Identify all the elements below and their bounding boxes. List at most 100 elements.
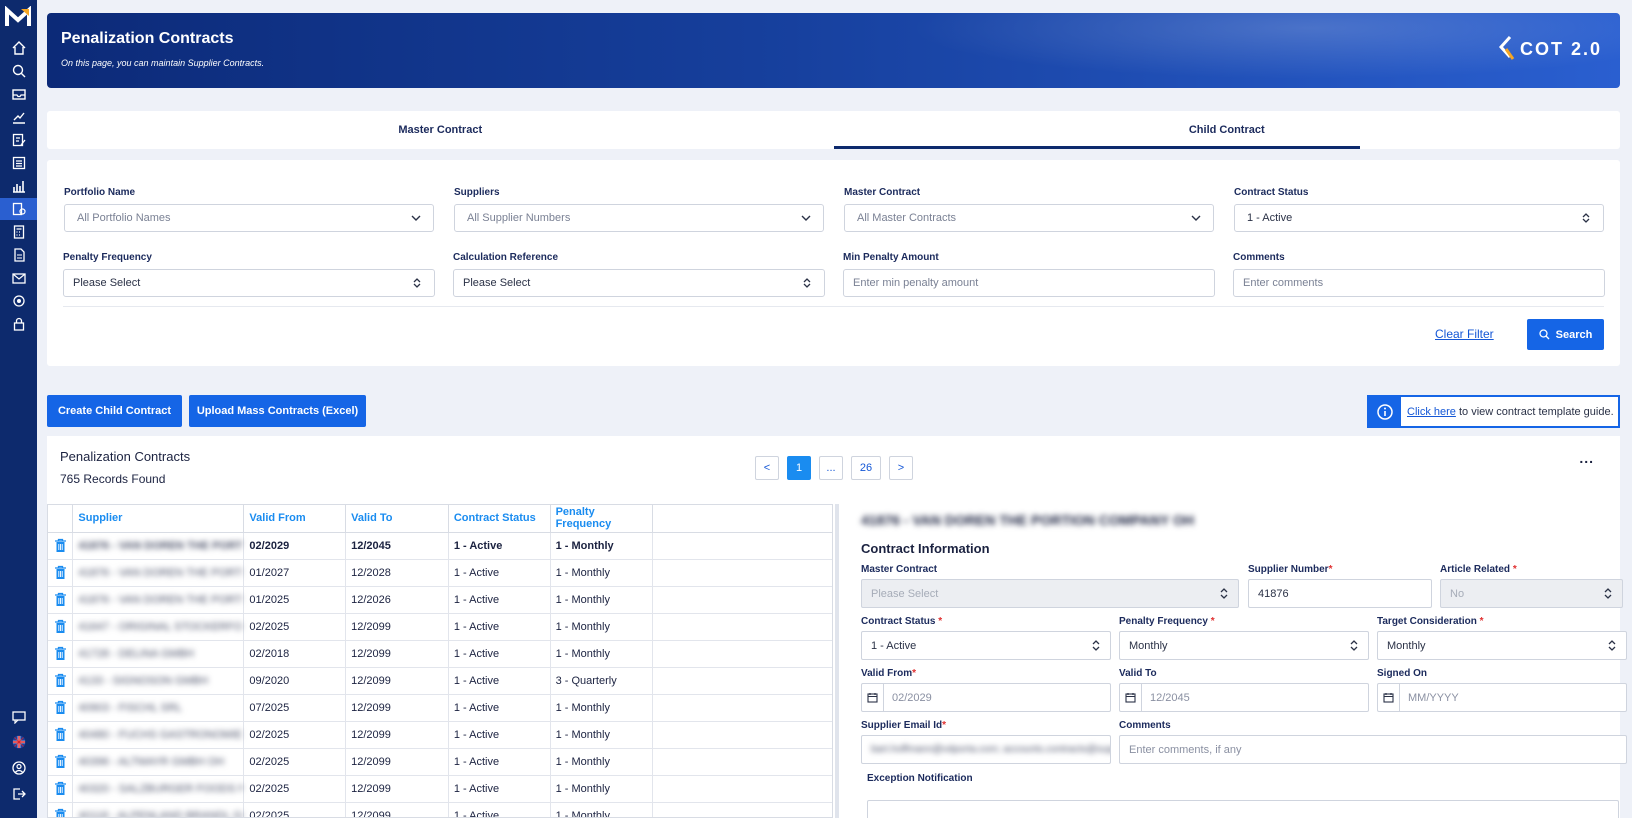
- trash-icon[interactable]: [54, 538, 67, 553]
- comments-input[interactable]: Enter comments: [1233, 269, 1605, 297]
- tab-child-contract[interactable]: Child Contract: [833, 111, 1621, 149]
- contract-status-select[interactable]: 1 - Active: [861, 631, 1111, 660]
- signed-on-input[interactable]: MM/YYYY: [1377, 683, 1627, 712]
- trash-icon[interactable]: [54, 565, 67, 580]
- table-row[interactable]: 40396 - ALTMAYR GMBH OH 02/2025 12/2099 1 -…: [48, 748, 832, 776]
- column-header-valid-from[interactable]: Valid From: [243, 505, 347, 533]
- table-row[interactable]: 4133 - SIGNOSON GMBH 09/2020 12/2099 1 - Ac…: [48, 667, 832, 695]
- target-consideration-value: Monthly: [1387, 639, 1426, 652]
- template-guide-link[interactable]: Click here: [1407, 406, 1456, 418]
- master-contract-label: Master Contract: [861, 564, 938, 575]
- signed-on-placeholder: MM/YYYY: [1408, 691, 1459, 704]
- chat-icon[interactable]: [0, 706, 37, 728]
- template-guide-text: Click here to view contract template gui…: [1401, 406, 1614, 418]
- sidebar: [0, 0, 37, 818]
- suppliers-select[interactable]: All Supplier Numbers: [454, 204, 824, 232]
- supplier-cell: 40320 - SALZBURGER FOODS NORD: [72, 775, 245, 803]
- calculator-icon[interactable]: [0, 221, 37, 243]
- clear-filter-link[interactable]: Clear Filter: [1435, 327, 1494, 341]
- lock-icon[interactable]: [0, 313, 37, 335]
- signed-on-field: Signed On MM/YYYY: [1377, 668, 1627, 712]
- column-header-contract-status[interactable]: Contract Status: [448, 505, 551, 533]
- next-page-button[interactable]: >: [889, 456, 913, 480]
- list-icon[interactable]: [0, 152, 37, 174]
- language-flag-icon[interactable]: [0, 731, 37, 753]
- document-icon[interactable]: [0, 244, 37, 266]
- edit-document-icon[interactable]: [0, 129, 37, 151]
- table-row[interactable]: 41728 - DELINA GMBH 02/2018 12/2099 1 - Act…: [48, 640, 832, 668]
- valid-from-input[interactable]: 02/2029: [861, 683, 1111, 712]
- calendar-icon[interactable]: [1378, 684, 1400, 711]
- page-last-button[interactable]: 26: [851, 456, 881, 480]
- trash-icon[interactable]: [54, 727, 67, 742]
- search-analytics-icon[interactable]: [0, 60, 37, 82]
- delete-row-cell: [48, 532, 74, 560]
- table-row[interactable]: 41647 - ORIGINAL STOCKERFOI 02/2025 12/209…: [48, 613, 832, 641]
- delete-row-cell: [48, 559, 74, 587]
- column-header-valid-to[interactable]: Valid To: [345, 505, 449, 533]
- prev-page-button[interactable]: <: [755, 456, 779, 480]
- up-down-icon: [413, 278, 421, 288]
- inbox-icon[interactable]: [0, 83, 37, 105]
- up-down-icon: [1350, 640, 1358, 651]
- penalty-frequency-select[interactable]: Please Select: [63, 269, 435, 297]
- contracts-icon[interactable]: [0, 198, 37, 220]
- table-row[interactable]: 40320 - SALZBURGER FOODS NORD02/202512/2…: [48, 775, 832, 803]
- calculation-reference-select[interactable]: Please Select: [453, 269, 825, 297]
- trash-icon[interactable]: [54, 754, 67, 769]
- create-child-contract-button[interactable]: Create Child Contract: [47, 395, 182, 427]
- valid-from-cell: 02/2029: [243, 532, 347, 560]
- master-contract-select[interactable]: Please Select: [861, 579, 1239, 608]
- more-options-icon[interactable]: ...: [1579, 450, 1594, 466]
- page-1-button[interactable]: 1: [787, 456, 811, 480]
- mail-icon[interactable]: [0, 267, 37, 289]
- trash-icon[interactable]: [54, 646, 67, 661]
- portfolio-select[interactable]: All Portfolio Names: [64, 204, 434, 232]
- trash-icon[interactable]: [54, 673, 67, 688]
- trash-icon[interactable]: [54, 619, 67, 634]
- contract-status-select[interactable]: 1 - Active: [1234, 204, 1604, 232]
- valid-from-cell: 09/2020: [243, 667, 347, 695]
- calendar-icon[interactable]: [862, 684, 884, 711]
- column-header-penalty-frequency[interactable]: Penalty Frequency: [550, 505, 654, 533]
- penalty-frequency-filter: Penalty Frequency Please Select: [63, 252, 435, 297]
- user-profile-icon[interactable]: [0, 757, 37, 779]
- trash-icon[interactable]: [54, 700, 67, 715]
- column-header-supplier[interactable]: Supplier: [72, 505, 245, 533]
- exception-notification-textarea[interactable]: [867, 800, 1619, 818]
- supplier-number-input[interactable]: 41876: [1248, 579, 1432, 608]
- target-consideration-select[interactable]: Monthly: [1377, 631, 1627, 660]
- table-row[interactable]: 41876 - VAN DOREN THE PORTION 01/2027 12/2…: [48, 559, 832, 587]
- chart-up-icon[interactable]: [0, 106, 37, 128]
- table-row[interactable]: 41876 - VAN DOREN THE PORTION 01/2025 12/2…: [48, 586, 832, 614]
- calendar-icon[interactable]: [1120, 684, 1142, 711]
- contract-status-cell: 1 - Active: [448, 559, 551, 587]
- penalty-frequency-cell: 1 - Monthly: [550, 559, 654, 587]
- min-penalty-input[interactable]: Enter min penalty amount: [843, 269, 1215, 297]
- table-row[interactable]: 40480 - FUCHS GASTRONOMIE 02/2025 12/2099 1…: [48, 721, 832, 749]
- required-marker: *: [1210, 616, 1215, 627]
- logout-icon[interactable]: [0, 783, 37, 805]
- supplier-email-input[interactable]: bart.hoffmann@vdporta.com; accounts.cont…: [861, 735, 1111, 764]
- upload-mass-contracts-button[interactable]: Upload Mass Contracts (Excel): [189, 395, 366, 427]
- search-button[interactable]: Search: [1527, 319, 1604, 350]
- master-contract-select[interactable]: All Master Contracts: [844, 204, 1214, 232]
- penalty-frequency-select[interactable]: Monthly: [1119, 631, 1369, 660]
- home-icon[interactable]: [0, 37, 37, 59]
- trash-icon[interactable]: [54, 781, 67, 796]
- comments-input[interactable]: Enter comments, if any: [1119, 735, 1627, 764]
- trash-icon[interactable]: [54, 808, 67, 818]
- bar-chart-icon[interactable]: [0, 175, 37, 197]
- table-row[interactable]: 40118 - ALPENLAND BRANDL GMBH02/202512/2…: [48, 802, 832, 818]
- app-logo[interactable]: [5, 6, 31, 28]
- search-button-label: Search: [1555, 328, 1593, 341]
- brand-logo: COT 2.0: [1498, 35, 1602, 63]
- settings-users-icon[interactable]: [0, 290, 37, 312]
- table-row[interactable]: 40903 - FISCHL SRL 07/2025 12/2099 1 - Acti…: [48, 694, 832, 722]
- trash-icon[interactable]: [54, 592, 67, 607]
- table-row[interactable]: 41876 - VAN DOREN THE PORTION 02/2029 12/2…: [48, 532, 832, 560]
- article-related-select[interactable]: No: [1440, 579, 1623, 608]
- valid-to-input[interactable]: 12/2045: [1119, 683, 1369, 712]
- page-ellipsis[interactable]: ...: [819, 456, 843, 480]
- tab-master-contract[interactable]: Master Contract: [47, 111, 834, 149]
